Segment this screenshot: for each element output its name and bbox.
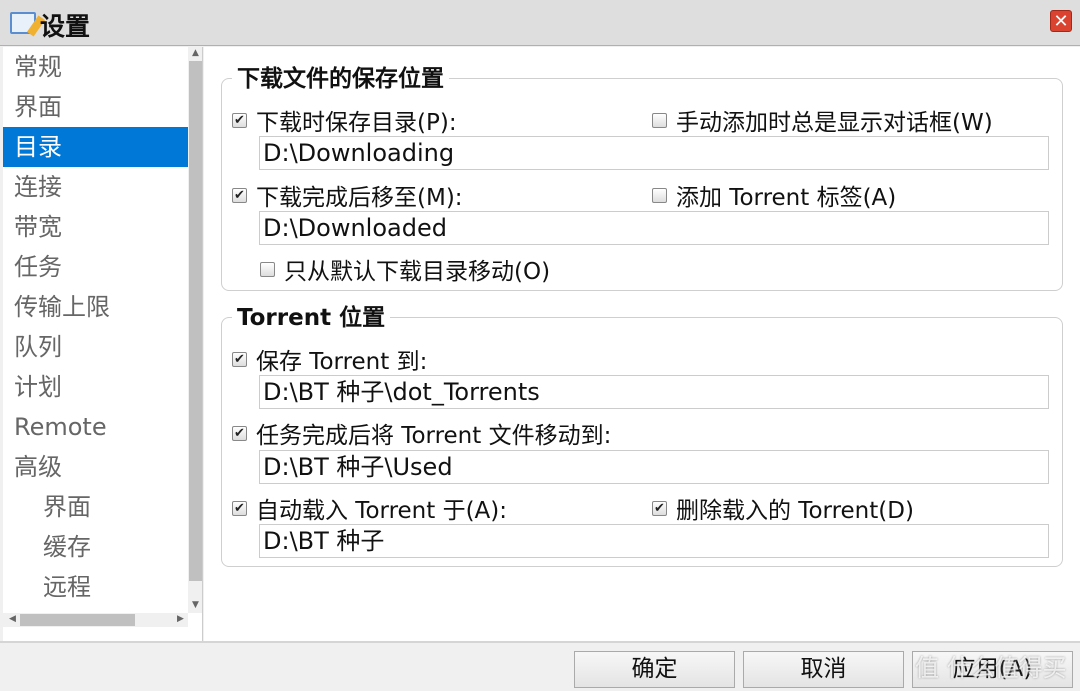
- checkbox-icon[interactable]: ✔: [652, 500, 667, 516]
- sidebar-item[interactable]: 缓存: [3, 527, 188, 567]
- sidebar-item[interactable]: 高级: [3, 447, 188, 487]
- sidebar-item[interactable]: Remote: [3, 407, 188, 447]
- delete-loaded-checkbox[interactable]: ✔ 删除载入的 Torrent(D): [652, 491, 914, 525]
- scroll-down-icon[interactable]: ▼: [188, 600, 202, 610]
- label: 自动载入 Torrent 于(A):: [256, 498, 508, 524]
- cancel-button[interactable]: 取消: [743, 651, 904, 688]
- scroll-up-icon[interactable]: ▲: [188, 48, 202, 58]
- settings-app-icon: [10, 12, 36, 34]
- label: 添加 Torrent 标签(A): [676, 185, 897, 211]
- save-torrent-checkbox[interactable]: ✔ 保存 Torrent 到:: [232, 342, 427, 376]
- label: 下载完成后移至(M):: [256, 185, 463, 211]
- sidebar: 常规界面目录连接带宽任务传输上限队列计划Remote高级界面缓存远程Cookie…: [3, 47, 203, 641]
- move-done-input[interactable]: D:\Downloaded: [259, 211, 1049, 245]
- h-scroll-thumb[interactable]: [20, 614, 135, 626]
- sidebar-item[interactable]: 队列: [3, 327, 188, 367]
- sidebar-item[interactable]: 目录: [3, 127, 188, 167]
- checkbox-icon[interactable]: ✔: [232, 425, 247, 441]
- label: 下载时保存目录(P):: [256, 110, 457, 136]
- sidebar-item[interactable]: 界面: [3, 487, 188, 527]
- only-default-checkbox[interactable]: 只从默认下载目录移动(O): [260, 252, 550, 286]
- checkbox-icon[interactable]: ✔: [232, 500, 247, 516]
- add-label-checkbox[interactable]: 添加 Torrent 标签(A): [652, 178, 896, 212]
- sidebar-list: 常规界面目录连接带宽任务传输上限队列计划Remote高级界面缓存远程Cookie…: [3, 47, 188, 613]
- checkbox-icon[interactable]: [652, 112, 667, 128]
- move-done-checkbox[interactable]: ✔ 下载完成后移至(M):: [232, 178, 463, 212]
- autoload-input[interactable]: D:\BT 种子: [259, 524, 1049, 558]
- save-dir-input[interactable]: D:\Downloading: [259, 136, 1049, 170]
- window-title: 设置: [40, 12, 91, 41]
- ok-button[interactable]: 确定: [574, 651, 735, 688]
- sidebar-item[interactable]: 带宽: [3, 207, 188, 247]
- show-dialog-checkbox[interactable]: 手动添加时总是显示对话框(W): [652, 103, 993, 137]
- label: 保存 Torrent 到:: [256, 349, 428, 375]
- title-bar: 设置 ✕: [0, 0, 1080, 46]
- scroll-left-icon[interactable]: ◀: [5, 614, 20, 624]
- directory-settings-panel: 下载文件的保存位置 ✔ 下载时保存目录(P): 手动添加时总是显示对话框(W) D…: [204, 47, 1080, 641]
- torrent-location-group: Torrent 位置 ✔ 保存 Torrent 到: D:\BT 种子\dot_T…: [221, 298, 1063, 567]
- sidebar-item[interactable]: 远程: [3, 567, 188, 607]
- close-icon[interactable]: ✕: [1050, 10, 1072, 32]
- group-title: Torrent 位置: [232, 298, 391, 332]
- checkbox-icon[interactable]: ✔: [232, 112, 247, 128]
- checkbox-icon[interactable]: ✔: [232, 351, 247, 367]
- autoload-checkbox[interactable]: ✔ 自动载入 Torrent 于(A):: [232, 491, 507, 525]
- save-dir-checkbox[interactable]: ✔ 下载时保存目录(P):: [232, 103, 457, 137]
- apply-button[interactable]: 应用(A): [912, 651, 1073, 688]
- scroll-right-icon[interactable]: ▶: [173, 614, 188, 624]
- button-bar: 确定 取消 应用(A): [0, 641, 1080, 691]
- sidebar-item[interactable]: 常规: [3, 47, 188, 87]
- label: 删除载入的 Torrent(D): [676, 498, 914, 524]
- label: 只从默认下载目录移动(O): [284, 259, 551, 285]
- group-title: 下载文件的保存位置: [232, 59, 449, 93]
- label: 任务完成后将 Torrent 文件移动到:: [256, 423, 612, 449]
- sidebar-item[interactable]: 连接: [3, 167, 188, 207]
- sidebar-item[interactable]: 传输上限: [3, 287, 188, 327]
- label: 手动添加时总是显示对话框(W): [676, 110, 993, 136]
- sidebar-item[interactable]: 任务: [3, 247, 188, 287]
- checkbox-icon[interactable]: ✔: [232, 187, 247, 203]
- sidebar-item[interactable]: 计划: [3, 367, 188, 407]
- move-torrent-input[interactable]: D:\BT 种子\Used: [259, 450, 1049, 484]
- vertical-scrollbar[interactable]: ▲ ▼: [188, 47, 202, 613]
- checkbox-icon[interactable]: [260, 261, 275, 277]
- download-location-group: 下载文件的保存位置 ✔ 下载时保存目录(P): 手动添加时总是显示对话框(W) D…: [221, 59, 1063, 291]
- move-torrent-checkbox[interactable]: ✔ 任务完成后将 Torrent 文件移动到:: [232, 416, 611, 450]
- scroll-thumb[interactable]: [189, 61, 202, 581]
- save-torrent-input[interactable]: D:\BT 种子\dot_Torrents: [259, 375, 1049, 409]
- horizontal-scrollbar[interactable]: ◀ ▶: [3, 613, 188, 627]
- checkbox-icon[interactable]: [652, 187, 667, 203]
- sidebar-item[interactable]: 界面: [3, 87, 188, 127]
